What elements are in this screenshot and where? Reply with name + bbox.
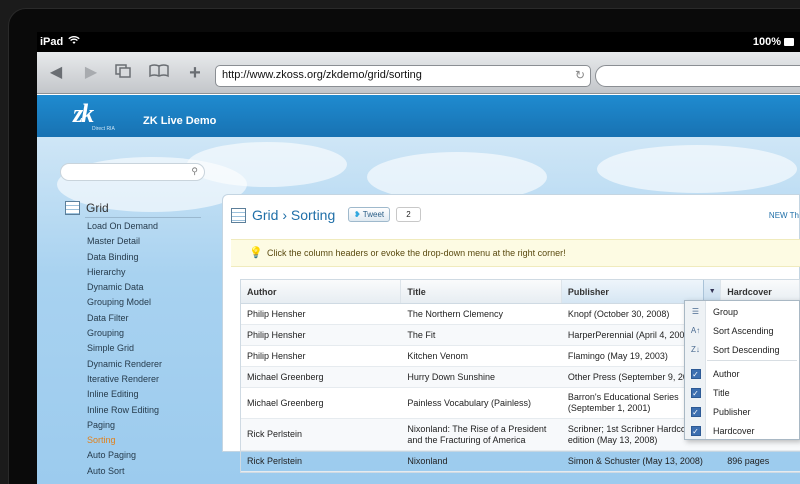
sidebar-item[interactable]: Auto Sort (87, 464, 162, 479)
sidebar-item[interactable]: Dynamic Renderer (87, 357, 162, 372)
menu-item-label: Hardcover (713, 425, 755, 436)
sidebar-item[interactable]: Master Detail (87, 234, 162, 249)
add-icon[interactable]: + (185, 63, 205, 83)
status-bar: iPad 100% (37, 32, 800, 52)
group-icon: ☰ (691, 307, 700, 316)
battery-percent: 100% (752, 36, 781, 48)
menu-item-column-author[interactable]: ✓ Author (685, 364, 799, 383)
back-icon[interactable]: ◀ (46, 64, 66, 82)
cell-title: Hurry Down Sunshine (407, 371, 495, 382)
url-text: http://www.zkoss.org/zkdemo/grid/sorting (222, 69, 422, 81)
device-name: iPad (40, 36, 64, 48)
menu-item-group[interactable]: ☰ Group (685, 302, 799, 321)
page-title: Grid › Sorting (252, 207, 336, 223)
checkbox-checked-icon[interactable]: ✓ (690, 425, 701, 436)
cell-author: Philip Hensher (247, 350, 306, 361)
sidebar-item[interactable]: Data Filter (87, 311, 162, 326)
lightbulb-icon: 💡 (249, 247, 263, 259)
sidebar-item[interactable]: Dynamic Data (87, 280, 162, 295)
menu-item-label: Sort Ascending (713, 325, 774, 336)
app-title: ZK Live Demo (143, 115, 217, 127)
table-row[interactable]: Rick Perlstein Nixonland Simon & Schuste… (241, 451, 800, 472)
column-menu-popup: ☰ Group A↑ Sort Ascending Z↓ Sort Descen… (684, 300, 800, 440)
cell-author: Philip Hensher (247, 308, 306, 319)
bookmarks-icon[interactable] (149, 64, 169, 82)
menu-separator (707, 360, 797, 361)
tweet-count: 2 (396, 207, 421, 222)
cell-title: Painless Vocabulary (Painless) (407, 397, 531, 408)
browser-toolbar: ◀ ▶ + http://www.zkoss.org/zkdemo/grid/s… (37, 52, 800, 94)
tweet-label: Tweet (362, 210, 385, 219)
cell-title: The Northern Clemency (407, 308, 503, 319)
tip-box: 💡 Click the column headers or evoke the … (231, 239, 800, 267)
sidebar-item[interactable]: Grouping Model (87, 295, 162, 310)
cell-author: Michael Greenberg (247, 371, 324, 382)
menu-item-label: Publisher (713, 406, 751, 417)
cloud-decoration (187, 142, 347, 187)
sidebar-menu: Load On Demand Master Detail Data Bindin… (87, 219, 162, 479)
sidebar-item[interactable]: Load On Demand (87, 219, 162, 234)
menu-item-column-publisher[interactable]: ✓ Publisher (685, 402, 799, 421)
sort-descending-icon: Z↓ (691, 345, 700, 354)
cell-title: Nixonland: The Rise of a President and t… (407, 423, 547, 445)
forward-icon[interactable]: ▶ (81, 64, 101, 82)
cell-author: Rick Perlstein (247, 455, 303, 466)
cell-title: Kitchen Venom (407, 350, 468, 361)
cloud-decoration (597, 145, 797, 193)
grid-icon (65, 201, 80, 215)
sidebar-item[interactable]: Iterative Renderer (87, 372, 162, 387)
cell-publisher: Simon & Schuster (May 13, 2008) (567, 455, 703, 466)
sidebar-item[interactable]: Simple Grid (87, 341, 162, 356)
sidebar-divider (85, 217, 201, 218)
menu-item-label: Group (713, 306, 739, 317)
new-badge[interactable]: NEW Th (769, 211, 799, 220)
battery-icon (784, 38, 794, 46)
sidebar-item[interactable]: Data Binding (87, 250, 162, 265)
menu-item-label: Author (713, 368, 740, 379)
sidebar-item[interactable]: Inline Row Editing (87, 403, 162, 418)
checkbox-checked-icon[interactable]: ✓ (690, 406, 701, 417)
menu-item-column-title[interactable]: ✓ Title (685, 383, 799, 402)
sidebar-item-active[interactable]: Sorting (87, 433, 162, 448)
column-header-author[interactable]: Author (241, 280, 402, 303)
cell-title: Nixonland (407, 455, 448, 466)
sidebar-item[interactable]: Paging (87, 418, 162, 433)
checkbox-checked-icon[interactable]: ✓ (690, 387, 701, 398)
sidebar-item[interactable]: Auto Paging (87, 448, 162, 463)
tweet-button[interactable]: ❥ Tweet (348, 207, 391, 222)
sidebar-item[interactable]: Hierarchy (87, 265, 162, 280)
address-bar[interactable]: http://www.zkoss.org/zkdemo/grid/sorting… (215, 65, 591, 87)
sidebar-category[interactable]: Grid (65, 201, 109, 215)
cell-author: Michael Greenberg (247, 397, 324, 408)
tabs-icon[interactable] (113, 64, 133, 82)
cell-author: Rick Perlstein (247, 429, 303, 439)
twitter-bird-icon: ❥ (354, 210, 361, 219)
menu-item-sort-ascending[interactable]: A↑ Sort Ascending (685, 321, 799, 340)
zk-logo[interactable]: zk (73, 99, 94, 129)
app-header: zk Direct RIA ZK Live Demo (37, 95, 800, 137)
zk-logo-tagline: Direct RIA (92, 126, 115, 132)
sidebar-category-label: Grid (86, 201, 109, 215)
search-icon[interactable]: ⚲ (191, 166, 198, 177)
reload-icon[interactable]: ↻ (575, 68, 585, 82)
column-header-publisher-label: Publisher (567, 287, 609, 297)
sidebar-item[interactable]: Grouping (87, 326, 162, 341)
demo-search-input[interactable]: ⚲ (60, 163, 205, 181)
menu-item-column-hardcover[interactable]: ✓ Hardcover (685, 421, 799, 440)
column-header-title[interactable]: Title (401, 280, 562, 303)
sort-ascending-icon: A↑ (690, 326, 701, 335)
menu-item-label: Title (713, 387, 730, 398)
menu-item-sort-descending[interactable]: Z↓ Sort Descending (685, 340, 799, 359)
cell-hardcover: 896 pages (727, 455, 770, 466)
sidebar-item[interactable]: Inline Editing (87, 387, 162, 402)
cell-author: Philip Hensher (247, 329, 306, 340)
browser-search-field[interactable] (595, 65, 800, 87)
menu-item-label: Sort Descending (713, 344, 780, 355)
grid-icon (231, 208, 246, 223)
wifi-icon (68, 36, 80, 48)
checkbox-checked-icon[interactable]: ✓ (690, 368, 701, 379)
cell-title: The Fit (407, 329, 436, 340)
tip-text: Click the column headers or evoke the dr… (267, 248, 566, 258)
screen: iPad 100% ◀ ▶ + http://www.zkoss.org/zkd… (37, 32, 800, 484)
